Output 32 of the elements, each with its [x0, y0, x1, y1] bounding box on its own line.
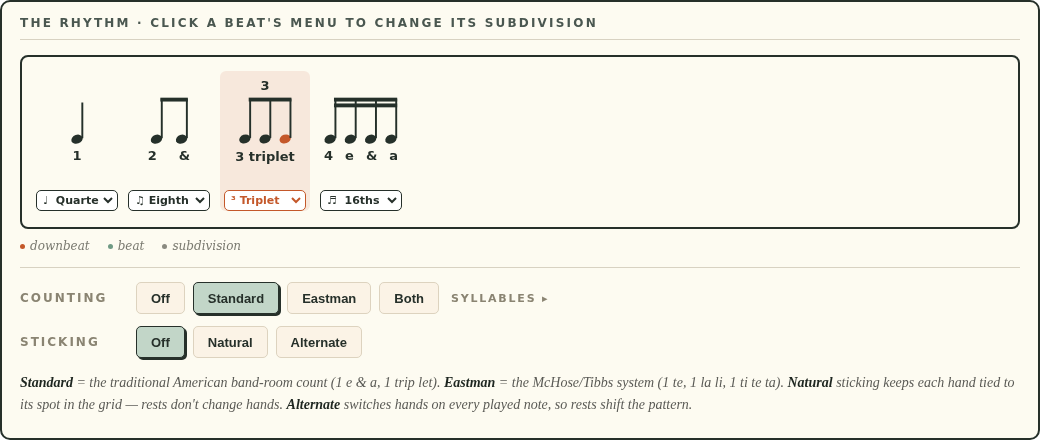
chevron-icon — [387, 196, 397, 204]
count-syllable: & — [178, 148, 191, 166]
subdivision-select[interactable]: ♬ 16ths — [320, 189, 402, 211]
option-button[interactable]: Eastman — [287, 282, 372, 314]
count-syllable: 4 — [324, 148, 334, 166]
option-button[interactable]: Off — [136, 326, 185, 358]
option-button[interactable]: Both — [379, 282, 439, 314]
chevron-icon — [291, 196, 301, 204]
row-label: STICKING — [20, 335, 101, 349]
count-syllable: 3 triplet — [235, 148, 295, 166]
tuplet-number: 3 — [260, 78, 270, 93]
legend-item: subdivision — [162, 239, 242, 253]
count-syllable: 2 — [147, 148, 157, 166]
chevron-icon — [195, 196, 205, 204]
legend-item: beat — [107, 239, 145, 253]
section-title: THE RHYTHM · CLICK A BEAT'S MENU TO CHANGE ITS SUBDIVISION — [20, 16, 1020, 40]
syllables-link[interactable]: SYLLABLES ▸ — [450, 291, 550, 305]
option-button[interactable]: Standard — [192, 282, 280, 314]
count-syllable: a — [389, 148, 398, 166]
option-button[interactable]: Off — [136, 282, 185, 314]
legend-item: downbeat — [20, 239, 90, 253]
count-syllable: & — [365, 148, 378, 166]
option-button[interactable]: Alternate — [275, 326, 362, 358]
chevron-icon — [103, 196, 113, 204]
option-button[interactable]: Natural — [192, 326, 268, 358]
help-text: Standard = the traditional American band-room count (1 e & a, 1 trip let). Eastman = the McHose/Tibbs system (1 te, 1 la li, 1 ti te ta). Natural sticking keeps each hand tied to its spot in the grid — rests don't change hands. Alternate switches hands on every played note, so rests shift the pattern. — [20, 374, 1016, 414]
subdivision-select[interactable]: ³ Triplet — [224, 189, 306, 211]
count-syllable: e — [345, 148, 354, 166]
subdivision-select[interactable]: ♩ Quarte — [36, 189, 118, 211]
subdivision-select[interactable]: ♫ Eighth — [128, 189, 210, 211]
row-label: COUNTING — [20, 291, 109, 305]
count-syllable: 1 — [72, 148, 82, 166]
